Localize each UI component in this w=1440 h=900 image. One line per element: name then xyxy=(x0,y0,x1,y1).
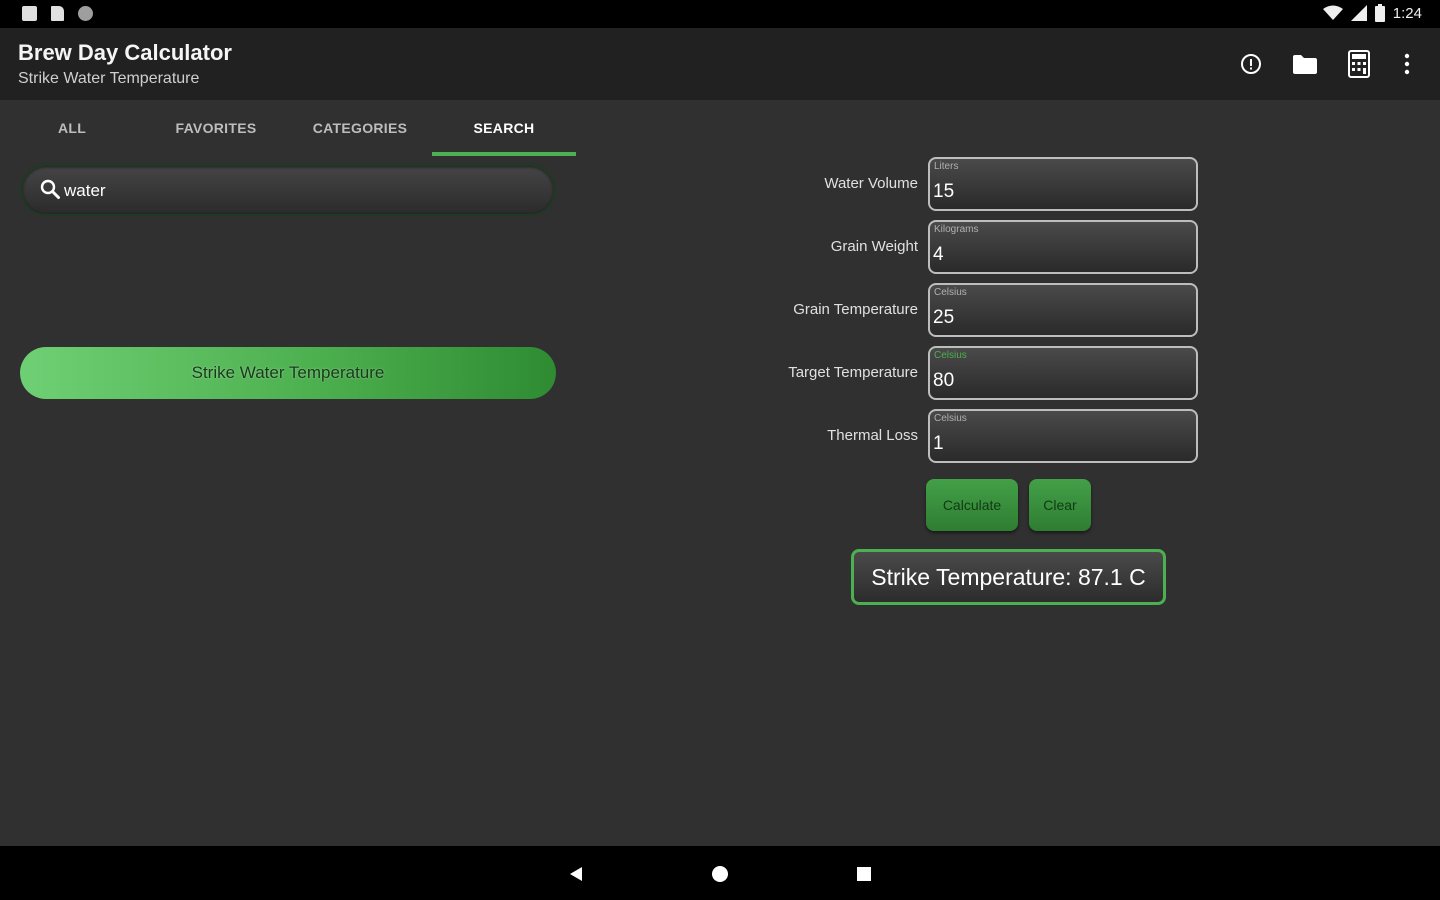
tab-all[interactable]: ALL xyxy=(0,100,144,156)
tab-categories[interactable]: CATEGORIES xyxy=(288,100,432,156)
status-right: 1:24 xyxy=(1322,4,1422,22)
status-left xyxy=(22,6,93,21)
back-icon xyxy=(570,867,582,881)
water-volume-unit: Liters xyxy=(934,161,959,172)
recents-icon xyxy=(857,867,871,881)
calculator-button[interactable] xyxy=(1345,50,1373,78)
result-display: Strike Temperature: 87.1 C xyxy=(851,549,1166,605)
thermal-loss-label: Thermal Loss xyxy=(827,427,918,444)
tab-favorites[interactable]: FAVORITES xyxy=(144,100,288,156)
status-time: 1:24 xyxy=(1392,4,1422,22)
water-volume-label: Water Volume xyxy=(824,175,918,192)
clear-button[interactable]: Clear xyxy=(1029,479,1091,531)
water-volume-field[interactable]: Liters xyxy=(928,157,1198,211)
overflow-menu-button[interactable] xyxy=(1393,50,1421,78)
wifi-icon xyxy=(1322,5,1343,20)
navigation-bar xyxy=(0,846,1440,900)
status-bar: 1:24 xyxy=(0,0,1440,28)
thermal-loss-field[interactable]: Celsius xyxy=(928,409,1198,463)
grain-temperature-unit: Celsius xyxy=(934,287,967,298)
form-row-thermal-loss: Thermal Loss Celsius xyxy=(760,409,1200,465)
target-temperature-unit: Celsius xyxy=(934,350,967,361)
tab-search[interactable]: SEARCH xyxy=(432,100,576,156)
calculator-icon xyxy=(1348,50,1370,78)
home-button[interactable] xyxy=(709,863,731,885)
grain-weight-unit: Kilograms xyxy=(934,224,979,235)
grain-temperature-field[interactable]: Celsius xyxy=(928,283,1198,337)
water-volume-input[interactable] xyxy=(933,179,1183,205)
search-icon xyxy=(40,179,60,199)
grain-temperature-input[interactable] xyxy=(933,305,1183,331)
thermal-loss-input[interactable] xyxy=(933,431,1183,457)
info-icon xyxy=(1241,54,1261,74)
grain-weight-label: Grain Weight xyxy=(830,238,918,255)
calculate-button[interactable]: Calculate xyxy=(926,479,1018,531)
folder-icon xyxy=(1293,55,1317,74)
form-row-grain-temperature: Grain Temperature Celsius xyxy=(760,283,1200,339)
thermal-loss-unit: Celsius xyxy=(934,413,967,424)
app-subtitle: Strike Water Temperature xyxy=(18,70,200,87)
app-title: Brew Day Calculator xyxy=(18,40,232,65)
form-row-target-temperature: Target Temperature Celsius xyxy=(760,346,1200,402)
grain-weight-field[interactable]: Kilograms xyxy=(928,220,1198,274)
form-row-grain-weight: Grain Weight Kilograms xyxy=(760,220,1200,276)
tab-bar: ALL FAVORITES CATEGORIES SEARCH xyxy=(0,100,576,156)
recents-button[interactable] xyxy=(853,863,875,885)
notification-icon xyxy=(22,6,37,21)
form-row-water-volume: Water Volume Liters xyxy=(760,157,1200,213)
sync-icon xyxy=(78,6,93,21)
info-button[interactable] xyxy=(1237,50,1265,78)
folder-button[interactable] xyxy=(1291,50,1319,78)
sd-card-icon xyxy=(51,6,64,21)
target-temperature-label: Target Temperature xyxy=(788,364,918,381)
target-temperature-input[interactable] xyxy=(933,368,1183,394)
search-box[interactable] xyxy=(20,164,556,216)
target-temperature-field[interactable]: Celsius xyxy=(928,346,1198,400)
app-bar: Brew Day Calculator Strike Water Tempera… xyxy=(0,28,1440,100)
search-input[interactable] xyxy=(64,178,534,204)
grain-temperature-label: Grain Temperature xyxy=(793,301,918,318)
battery-icon xyxy=(1374,4,1385,22)
grain-weight-input[interactable] xyxy=(933,242,1183,268)
home-icon xyxy=(712,866,728,882)
overflow-menu-icon xyxy=(1404,53,1410,75)
result-item-strike-water-temperature[interactable]: Strike Water Temperature xyxy=(20,347,556,399)
signal-icon xyxy=(1350,5,1367,21)
back-button[interactable] xyxy=(565,863,587,885)
